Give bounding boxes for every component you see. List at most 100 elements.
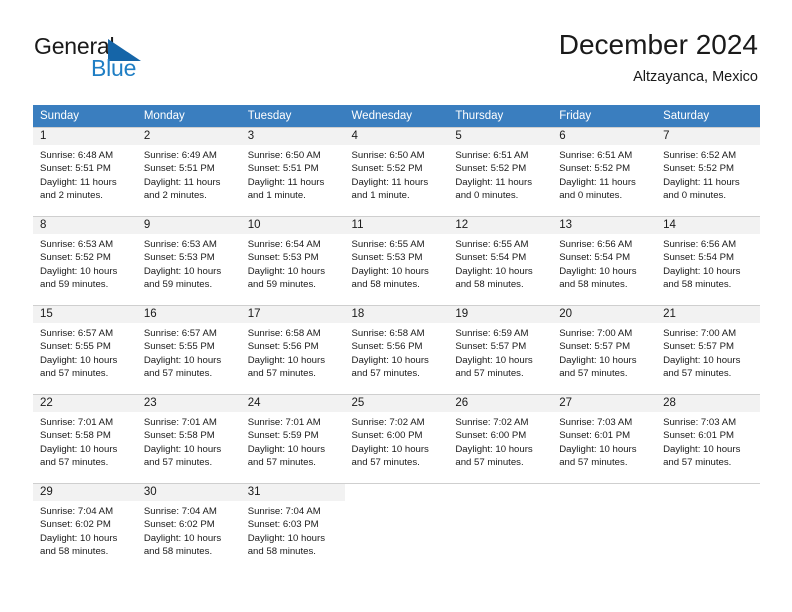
day-number: 3 bbox=[240, 128, 345, 145]
weekday-header-monday: Monday bbox=[136, 105, 241, 127]
calendar-day-cell[interactable]: 24 Sunrise: 7:01 AM Sunset: 5:59 PM Dayligh… bbox=[240, 394, 345, 483]
sunset-text: Sunset: 5:54 PM bbox=[455, 252, 527, 264]
day-number: 11 bbox=[344, 217, 449, 234]
calendar-day-cell[interactable]: 5 Sunrise: 6:51 AM Sunset: 5:52 PM Daylight… bbox=[448, 127, 553, 216]
weekday-header-friday: Friday bbox=[552, 105, 657, 127]
daylight-text-line2: and 57 minutes. bbox=[559, 457, 628, 469]
day-number: 14 bbox=[656, 217, 760, 234]
sunset-text: Sunset: 5:52 PM bbox=[559, 163, 631, 175]
day-number: 26 bbox=[448, 395, 553, 412]
calendar-day-cell[interactable]: 12 Sunrise: 6:55 AM Sunset: 5:54 PM Dayligh… bbox=[448, 216, 553, 305]
calendar-day-cell[interactable]: 19 Sunrise: 6:59 AM Sunset: 5:57 PM Dayligh… bbox=[448, 305, 553, 394]
day-cell-inner: 7 Sunrise: 6:52 AM Sunset: 5:52 PM Daylight… bbox=[656, 127, 760, 216]
day-number: 12 bbox=[448, 217, 553, 234]
day-cell-inner: 9 Sunrise: 6:53 AM Sunset: 5:53 PM Daylight… bbox=[136, 216, 241, 305]
sunrise-text: Sunrise: 6:53 AM bbox=[40, 239, 114, 250]
day-details: Sunrise: 6:50 AM Sunset: 5:52 PM Daylight:… bbox=[345, 145, 449, 203]
day-number: 25 bbox=[344, 395, 449, 412]
day-cell-inner bbox=[656, 483, 760, 572]
daylight-text-line1: Daylight: 10 hours bbox=[40, 265, 118, 277]
calendar-day-cell[interactable]: 6 Sunrise: 6:51 AM Sunset: 5:52 PM Daylight… bbox=[552, 127, 657, 216]
sunset-text: Sunset: 5:56 PM bbox=[351, 341, 423, 353]
general-blue-logo[interactable]: General Blue bbox=[34, 33, 184, 85]
day-details: Sunrise: 7:01 AM Sunset: 5:58 PM Daylight:… bbox=[33, 412, 137, 470]
daylight-text-line1: Daylight: 10 hours bbox=[143, 532, 222, 544]
calendar-body: 1 Sunrise: 6:48 AM Sunset: 5:51 PM Daylight… bbox=[33, 127, 760, 572]
sunset-text: Sunset: 5:55 PM bbox=[40, 341, 111, 353]
day-details: Sunrise: 7:02 AM Sunset: 6:00 PM Daylight:… bbox=[448, 412, 552, 470]
sunrise-text: Sunrise: 7:01 AM bbox=[247, 417, 321, 428]
calendar-day-cell[interactable]: 1 Sunrise: 6:48 AM Sunset: 5:51 PM Daylight… bbox=[33, 127, 137, 216]
calendar-day-cell[interactable]: 30 Sunrise: 7:04 AM Sunset: 6:02 PM Dayligh… bbox=[136, 483, 241, 572]
calendar-day-cell[interactable]: 3 Sunrise: 6:50 AM Sunset: 5:51 PM Daylight… bbox=[240, 127, 345, 216]
day-cell-inner: 22 Sunrise: 7:01 AM Sunset: 5:58 PM Dayligh… bbox=[33, 394, 137, 483]
daylight-text-line2: and 57 minutes. bbox=[455, 368, 524, 380]
daylight-text-line2: and 58 minutes. bbox=[455, 279, 524, 291]
sunrise-text: Sunrise: 7:02 AM bbox=[351, 417, 425, 428]
day-number: 9 bbox=[136, 217, 241, 234]
calendar-day-cell[interactable]: 29 Sunrise: 7:04 AM Sunset: 6:02 PM Dayligh… bbox=[33, 483, 137, 572]
calendar-day-cell[interactable]: 4 Sunrise: 6:50 AM Sunset: 5:52 PM Daylight… bbox=[344, 127, 449, 216]
daylight-text-line1: Daylight: 11 hours bbox=[40, 176, 117, 188]
calendar-day-cell[interactable]: 28 Sunrise: 7:03 AM Sunset: 6:01 PM Dayligh… bbox=[656, 394, 760, 483]
day-number: 17 bbox=[240, 306, 345, 323]
calendar-day-cell[interactable]: 15 Sunrise: 6:57 AM Sunset: 5:55 PM Dayligh… bbox=[33, 305, 137, 394]
calendar-day-cell[interactable]: 9 Sunrise: 6:53 AM Sunset: 5:53 PM Daylight… bbox=[136, 216, 241, 305]
day-number: 18 bbox=[344, 306, 449, 323]
daylight-text-line2: and 58 minutes. bbox=[663, 279, 732, 291]
sunrise-text: Sunrise: 6:52 AM bbox=[663, 150, 737, 161]
day-cell-inner bbox=[448, 483, 553, 572]
daylight-text-line1: Daylight: 10 hours bbox=[247, 443, 326, 455]
calendar-day-cell[interactable]: 14 Sunrise: 6:56 AM Sunset: 5:54 PM Dayligh… bbox=[656, 216, 760, 305]
calendar-day-cell[interactable]: 8 Sunrise: 6:53 AM Sunset: 5:52 PM Daylight… bbox=[33, 216, 137, 305]
daylight-text-line2: and 2 minutes. bbox=[143, 190, 207, 202]
daylight-text-line1: Daylight: 10 hours bbox=[40, 443, 118, 455]
daylight-text-line2: and 2 minutes. bbox=[40, 190, 103, 202]
calendar-day-cell[interactable]: 7 Sunrise: 6:52 AM Sunset: 5:52 PM Daylight… bbox=[656, 127, 760, 216]
day-details: Sunrise: 6:49 AM Sunset: 5:51 PM Daylight:… bbox=[137, 145, 241, 203]
calendar-day-cell[interactable]: 26 Sunrise: 7:02 AM Sunset: 6:00 PM Dayligh… bbox=[448, 394, 553, 483]
day-details: Sunrise: 7:04 AM Sunset: 6:03 PM Daylight:… bbox=[241, 501, 345, 559]
day-number bbox=[448, 484, 553, 501]
calendar-day-cell[interactable]: 16 Sunrise: 6:57 AM Sunset: 5:55 PM Dayligh… bbox=[136, 305, 241, 394]
sunrise-text: Sunrise: 7:00 AM bbox=[663, 328, 737, 339]
day-details: Sunrise: 6:55 AM Sunset: 5:54 PM Daylight:… bbox=[448, 234, 552, 292]
calendar-day-cell[interactable]: 31 Sunrise: 7:04 AM Sunset: 6:03 PM Dayligh… bbox=[240, 483, 345, 572]
calendar-day-cell[interactable]: 10 Sunrise: 6:54 AM Sunset: 5:53 PM Dayligh… bbox=[240, 216, 345, 305]
day-number: 7 bbox=[656, 128, 760, 145]
day-details: Sunrise: 7:00 AM Sunset: 5:57 PM Daylight:… bbox=[656, 323, 760, 381]
day-details: Sunrise: 7:04 AM Sunset: 6:02 PM Daylight:… bbox=[33, 501, 137, 559]
day-details bbox=[345, 501, 449, 505]
sunrise-text: Sunrise: 6:56 AM bbox=[559, 239, 633, 250]
day-details: Sunrise: 6:51 AM Sunset: 5:52 PM Daylight:… bbox=[448, 145, 552, 203]
calendar-page: General Blue December 2024 Altzayanca, M… bbox=[0, 0, 792, 612]
sunrise-text: Sunrise: 6:51 AM bbox=[455, 150, 529, 161]
calendar-day-cell[interactable]: 11 Sunrise: 6:55 AM Sunset: 5:53 PM Dayligh… bbox=[344, 216, 449, 305]
calendar-day-cell[interactable]: 25 Sunrise: 7:02 AM Sunset: 6:00 PM Dayligh… bbox=[344, 394, 449, 483]
day-cell-inner: 5 Sunrise: 6:51 AM Sunset: 5:52 PM Daylight… bbox=[448, 127, 553, 216]
calendar-week-row: 29 Sunrise: 7:04 AM Sunset: 6:02 PM Dayligh… bbox=[33, 483, 760, 572]
sunrise-text: Sunrise: 6:48 AM bbox=[40, 150, 114, 161]
calendar-day-cell[interactable]: 27 Sunrise: 7:03 AM Sunset: 6:01 PM Dayligh… bbox=[552, 394, 657, 483]
day-cell-inner: 29 Sunrise: 7:04 AM Sunset: 6:02 PM Dayligh… bbox=[33, 483, 137, 572]
day-cell-inner: 6 Sunrise: 6:51 AM Sunset: 5:52 PM Daylight… bbox=[552, 127, 657, 216]
calendar-day-cell[interactable]: 13 Sunrise: 6:56 AM Sunset: 5:54 PM Dayligh… bbox=[552, 216, 657, 305]
calendar-day-cell[interactable]: 18 Sunrise: 6:58 AM Sunset: 5:56 PM Dayligh… bbox=[344, 305, 449, 394]
calendar-day-cell[interactable]: 23 Sunrise: 7:01 AM Sunset: 5:58 PM Dayligh… bbox=[136, 394, 241, 483]
calendar-day-cell[interactable]: 17 Sunrise: 6:58 AM Sunset: 5:56 PM Dayligh… bbox=[240, 305, 345, 394]
sunset-text: Sunset: 6:02 PM bbox=[143, 519, 215, 531]
day-number: 6 bbox=[552, 128, 657, 145]
daylight-text-line1: Daylight: 10 hours bbox=[455, 443, 533, 455]
calendar-day-cell[interactable]: 21 Sunrise: 7:00 AM Sunset: 5:57 PM Dayligh… bbox=[656, 305, 760, 394]
calendar-day-cell[interactable]: 20 Sunrise: 7:00 AM Sunset: 5:57 PM Dayligh… bbox=[552, 305, 657, 394]
weekday-header-wednesday: Wednesday bbox=[344, 105, 449, 127]
calendar-day-cell[interactable]: 22 Sunrise: 7:01 AM Sunset: 5:58 PM Dayligh… bbox=[33, 394, 137, 483]
sunset-text: Sunset: 6:00 PM bbox=[351, 430, 423, 442]
day-number: 2 bbox=[136, 128, 241, 145]
daylight-text-line2: and 57 minutes. bbox=[559, 368, 628, 380]
calendar-day-cell[interactable]: 2 Sunrise: 6:49 AM Sunset: 5:51 PM Daylight… bbox=[136, 127, 241, 216]
day-number: 28 bbox=[656, 395, 760, 412]
daylight-text-line2: and 57 minutes. bbox=[663, 457, 732, 469]
weekday-header-saturday: Saturday bbox=[656, 105, 760, 127]
daylight-text-line1: Daylight: 10 hours bbox=[351, 354, 429, 366]
